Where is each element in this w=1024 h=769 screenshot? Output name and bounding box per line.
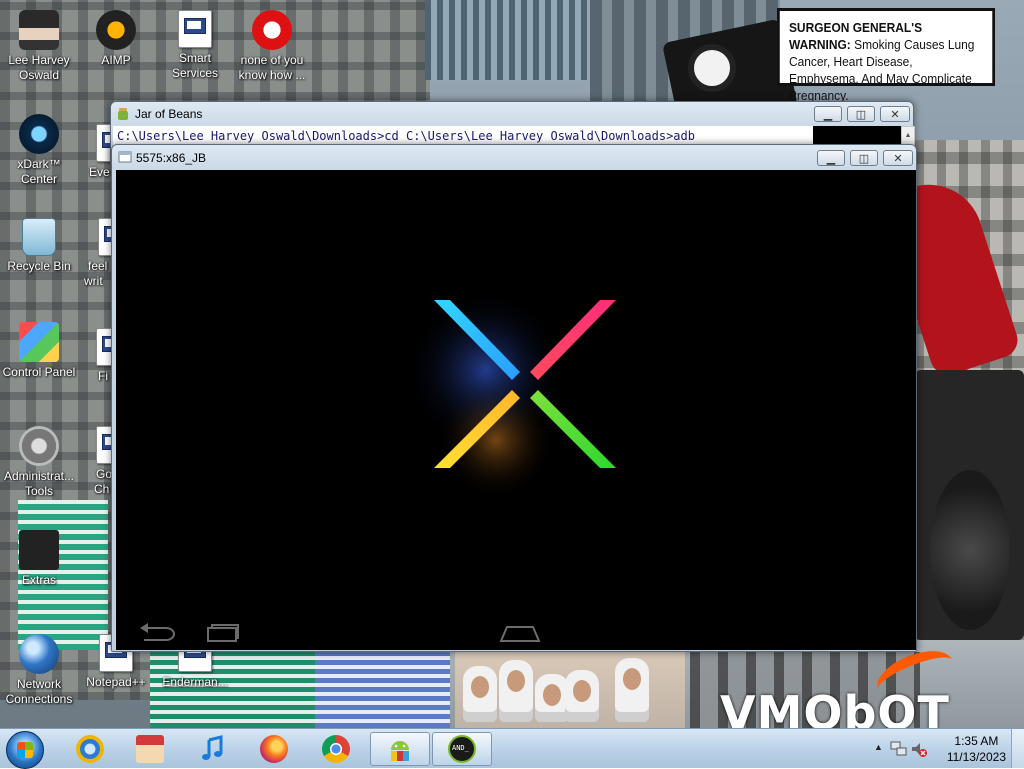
person-icon [19, 10, 59, 50]
nexus-x-logo [416, 290, 616, 500]
desktop-icon-eve[interactable]: Eve [76, 124, 112, 180]
control-panel-icon [19, 322, 59, 362]
and-label: AND_ [452, 744, 469, 752]
and-emulator-icon: AND_ [448, 735, 476, 763]
start-button[interactable] [6, 731, 44, 769]
wallpaper-building-blue [315, 650, 450, 728]
desktop-icon-none-of-you[interactable]: none of you know how ... [234, 10, 310, 83]
taskbar-music[interactable] [184, 732, 240, 766]
android-icon [391, 741, 409, 761]
internet-explorer-icon [76, 735, 104, 763]
taskbar-internet-explorer[interactable] [62, 732, 118, 766]
system-tray: ▲ 1:35 AM 11/13/2023 [864, 729, 1024, 769]
console-dark-area [813, 126, 913, 146]
window-title: Jar of Beans [135, 107, 203, 121]
extras-icon [19, 530, 59, 570]
wallpaper-building-glass [425, 0, 595, 80]
close-button[interactable]: ✕ [880, 106, 910, 122]
desktop-icon-extras[interactable]: Extras [1, 530, 77, 588]
desktop-icon-label: xDark™ Center [17, 157, 61, 186]
scrollbar-up-arrow[interactable]: ▲ [901, 126, 915, 146]
desktop-icon-label: Extras [21, 573, 56, 587]
desktop-icon-label: Recycle Bin [7, 259, 71, 273]
desktop-icon-label: Smart Services [171, 51, 218, 80]
recycle-bin-icon [22, 218, 56, 256]
network-tray-icon[interactable] [890, 740, 908, 758]
minimize-button[interactable]: ▁ [817, 150, 845, 166]
chrome-icon [322, 735, 350, 763]
xdark-icon [19, 114, 59, 154]
desktop-icon-label: AIMP [101, 53, 131, 67]
desktop-icon-label: Go Ch [94, 467, 112, 496]
taskbar-chrome[interactable] [308, 732, 364, 766]
wallpaper-toilets [455, 652, 685, 728]
desktop-icon-fi[interactable]: Fi [94, 328, 112, 384]
desktop-icon-label: Administrat... Tools [3, 469, 75, 498]
recents-icon[interactable] [498, 622, 542, 644]
record-icon [252, 10, 292, 50]
taskbar-store[interactable] [122, 732, 178, 766]
desktop-icon-label: Eve [89, 165, 110, 179]
maximize-button[interactable]: ◫ [850, 150, 878, 166]
home-icon[interactable] [200, 622, 242, 644]
back-icon[interactable] [138, 622, 178, 644]
surgeon-general-warning: SURGEON GENERAL'S WARNING: Smoking Cause… [777, 8, 996, 103]
clock-date: 11/13/2023 [946, 750, 1006, 764]
desktop-icon-xdark-center[interactable]: xDark™ Center [1, 114, 77, 187]
file-icon [96, 426, 112, 464]
desktop-icon-smart-services[interactable]: Smart Services [157, 10, 233, 81]
console-output[interactable]: C:\Users\Lee Harvey Oswald\Downloads>cd … [113, 126, 900, 146]
clock[interactable]: 1:35 AM 11/13/2023 [947, 733, 1006, 765]
wallpaper-speaker-top-cone [688, 44, 736, 92]
desktop-icon-label: Enderman... [162, 675, 228, 689]
desktop-icon-aimp[interactable]: AIMP [78, 10, 154, 68]
taskbar-firefox[interactable] [246, 732, 302, 766]
desktop-icon-label: none of you know how ... [238, 53, 306, 82]
app-window-icon [118, 151, 132, 163]
file-icon [98, 218, 112, 256]
desktop-icon-go-ch[interactable]: Go Ch [94, 426, 112, 497]
desktop-icon-lee-harvey-oswald[interactable]: Lee Harvey Oswald [1, 10, 77, 83]
android-jar-icon [118, 108, 128, 120]
window-title: 5575:x86_JB [136, 151, 207, 165]
desktop-icon-label: feel writ [84, 259, 108, 288]
file-icon [96, 328, 112, 366]
admin-tools-icon [19, 426, 59, 466]
show-hidden-icons-arrow[interactable]: ▲ [874, 742, 883, 752]
desktop-icon-network-connections[interactable]: Network Connections [1, 634, 77, 707]
desktop-icon-recycle-bin[interactable]: Recycle Bin [1, 218, 77, 274]
desktop-icon-label: Notepad++ [86, 675, 146, 689]
taskbar: AND_ ▲ 1:35 AM 11/13/2023 [0, 728, 1024, 769]
desktop-icon-label: Network Connections [5, 677, 73, 706]
desktop-icon-admin-tools[interactable]: Administrat... Tools [1, 426, 77, 499]
desktop-icon-label: Lee Harvey Oswald [8, 53, 70, 82]
store-icon [136, 735, 164, 763]
maximize-button[interactable]: ◫ [847, 106, 875, 122]
desktop-icon-feel-writ[interactable]: feel writ [84, 218, 112, 289]
desktop-icon-label: Fi [98, 369, 108, 383]
file-icon [178, 10, 212, 48]
minimize-button[interactable]: ▁ [814, 106, 842, 122]
music-note-icon [202, 735, 223, 760]
emulator-window[interactable]: 5575:x86_JB ▁ ◫ ✕ [111, 144, 917, 652]
close-button[interactable]: ✕ [883, 150, 913, 166]
desktop-icon-control-panel[interactable]: Control Panel [1, 322, 77, 380]
taskbar-jar-of-beans[interactable] [370, 732, 430, 766]
firefox-icon [260, 735, 288, 763]
watermark-text: VMObOT [720, 686, 950, 728]
volume-muted-icon[interactable] [910, 740, 928, 758]
taskbar-android-emulator[interactable]: AND_ [432, 732, 492, 766]
aimp-icon [96, 10, 136, 50]
show-desktop-button[interactable] [1011, 729, 1024, 768]
wallpaper-speaker-cone [930, 470, 1010, 630]
clock-time: 1:35 AM [954, 734, 999, 748]
desktop-icon-label: Control Panel [2, 365, 76, 379]
network-icon [19, 634, 59, 674]
android-screen[interactable] [116, 170, 916, 650]
